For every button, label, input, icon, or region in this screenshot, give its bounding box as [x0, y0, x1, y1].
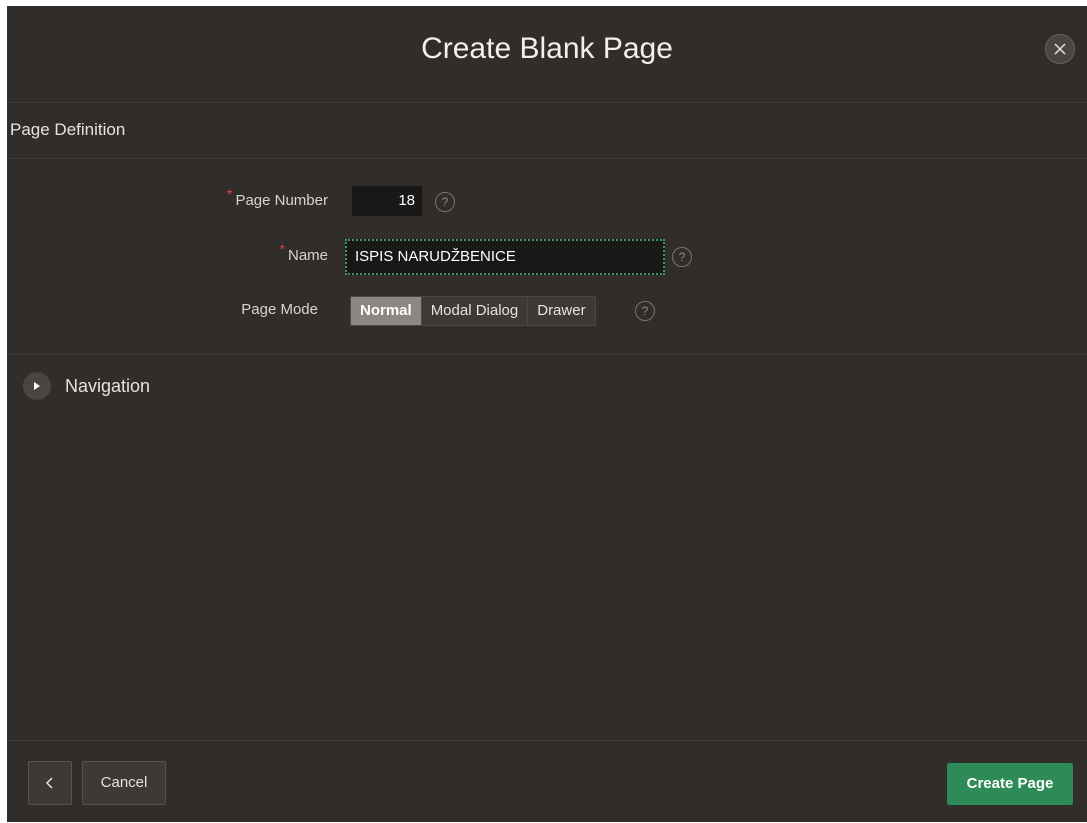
- page-mode-label: Page Mode: [241, 301, 318, 318]
- name-input[interactable]: ISPIS NARUDŽBENICE: [345, 239, 665, 275]
- name-label: * Name: [279, 241, 328, 264]
- close-button[interactable]: [1045, 34, 1075, 64]
- dialog-header: Create Blank Page: [7, 6, 1087, 103]
- chevron-left-icon: [45, 777, 53, 789]
- navigation-label[interactable]: Navigation: [65, 372, 150, 400]
- close-icon: [1054, 43, 1066, 55]
- page-number-label: * Page Number: [226, 186, 328, 209]
- page-number-help-icon[interactable]: ?: [435, 192, 455, 212]
- page-mode-radio-group: Normal Modal Dialog Drawer: [350, 296, 596, 326]
- create-page-button[interactable]: Create Page: [947, 763, 1073, 805]
- back-button[interactable]: [28, 761, 72, 805]
- expand-arrow-icon: [34, 382, 40, 390]
- page-mode-drawer[interactable]: Drawer: [527, 297, 594, 325]
- page-number-input[interactable]: 18: [352, 186, 422, 216]
- required-marker: *: [226, 186, 233, 202]
- name-help-icon[interactable]: ?: [672, 247, 692, 267]
- create-blank-page-dialog: Create Blank Page Page Definition * Page …: [7, 6, 1087, 822]
- cancel-button[interactable]: Cancel: [82, 761, 166, 805]
- dialog-title: Create Blank Page: [421, 32, 673, 65]
- page-mode-modal-dialog[interactable]: Modal Dialog: [420, 297, 528, 325]
- dialog-footer: Cancel Create Page: [7, 740, 1087, 823]
- section-divider: [7, 354, 1087, 355]
- required-marker: *: [279, 241, 285, 257]
- page-mode-help-icon[interactable]: ?: [635, 301, 655, 321]
- section-title: Page Definition: [10, 120, 126, 139]
- page-mode-normal[interactable]: Normal: [351, 297, 421, 325]
- page-definition-header: Page Definition: [7, 103, 1087, 159]
- navigation-toggle[interactable]: [23, 372, 51, 400]
